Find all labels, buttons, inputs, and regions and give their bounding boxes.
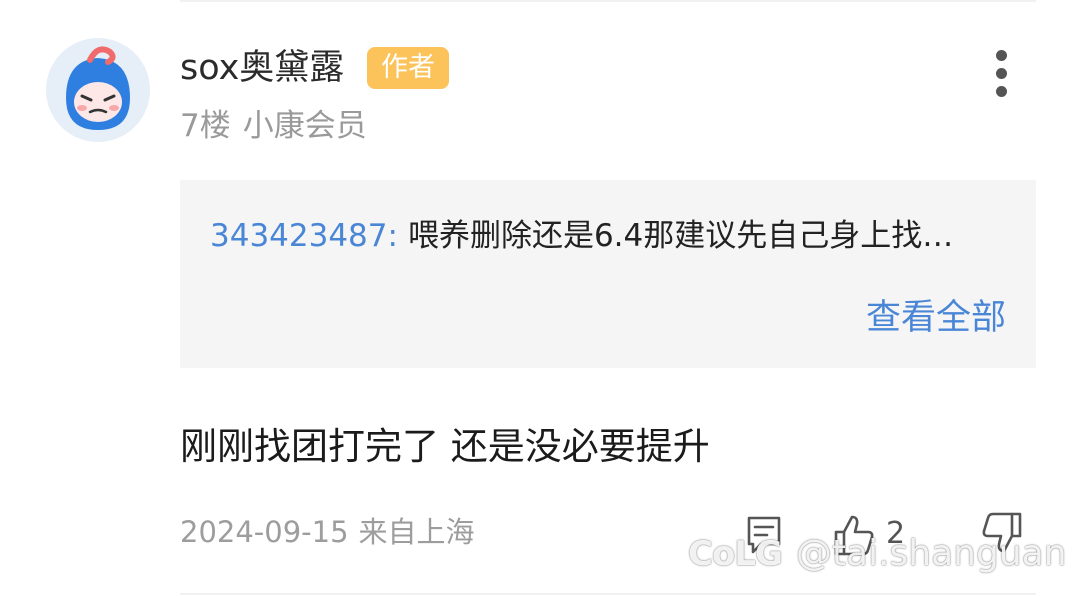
comment-content: 刚刚找团打完了 还是没必要提升 [180,425,710,468]
watermark-handle: @tai.shanguan [795,533,1067,574]
post-date: 2024-09-15 [180,515,349,549]
view-all-link[interactable]: 查看全部 [866,296,1006,340]
cartoon-avatar-icon [46,38,150,142]
watermark-logo: CoLG [688,534,783,574]
username[interactable]: sox奥黛露 [180,46,344,90]
post-location: 来自上海 [358,515,475,549]
more-options-button[interactable] [984,48,1020,98]
author-badge: 作者 [367,47,449,89]
comment-meta: 2024-09-15 来自上海 [180,511,475,553]
quote-text: 喂养删除还是6.4那建议先自己身上找… [407,218,954,254]
quote-line: 343423487: 喂养删除还是6.4那建议先自己身上找… [210,214,953,258]
watermark: CoLG @tai.shanguan [688,528,1067,580]
user-avatar[interactable] [46,38,150,142]
quote-user[interactable]: 343423487: [210,218,398,254]
member-level: 小康会员 [242,108,367,144]
floor-number: 7楼 [180,108,231,144]
floor-info: 7楼 小康会员 [180,104,367,148]
quoted-reply[interactable]: 343423487: 喂养删除还是6.4那建议先自己身上找… 查看全部 [180,180,1036,368]
top-divider [180,0,1036,2]
bottom-divider [180,593,1036,595]
